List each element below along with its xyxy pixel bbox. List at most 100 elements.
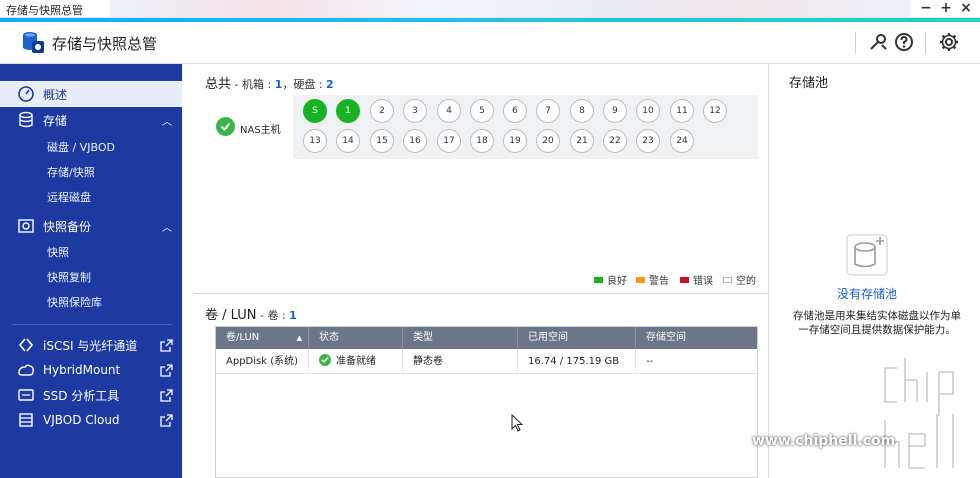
sidebar-item-iscsi[interactable]: iSCSI 与光纤通道 — [0, 332, 182, 358]
disk-bay[interactable]: 8 — [570, 99, 594, 123]
nas-host-label: NAS主机 — [240, 125, 281, 136]
iscsi-icon — [18, 338, 34, 352]
titlebar-background-strip — [110, 0, 910, 17]
minimize-button[interactable]: − — [918, 0, 934, 16]
sidebar-item-overview[interactable]: 概述 — [0, 81, 182, 107]
disk-bay[interactable]: 5 — [470, 99, 494, 123]
external-link-icon[interactable] — [160, 363, 173, 377]
window-title: 存储与快照总管 — [6, 4, 83, 17]
external-link-icon[interactable] — [160, 338, 173, 352]
disk-bay[interactable]: 1 — [336, 99, 360, 123]
watermark-text: www.chiphell.com — [752, 433, 896, 449]
chevron-up-icon: ︿ — [162, 222, 172, 234]
disk-bay[interactable]: S — [303, 99, 327, 123]
sidebar-item-label: 快照备份 — [43, 219, 92, 234]
legend-label: 空的 — [736, 276, 756, 287]
volume-count-label: - 卷 : — [256, 309, 290, 322]
legend-empty: 空的 — [723, 272, 756, 287]
sidebar-item-vjbod-cloud[interactable]: VJBOD Cloud — [0, 407, 182, 433]
gear-icon[interactable] — [938, 31, 960, 53]
legend-label: 良好 — [607, 276, 627, 287]
overview-title-text: 总共 — [205, 77, 232, 92]
sort-ascending-icon[interactable]: ▲ — [297, 327, 302, 349]
disk-bay[interactable]: 15 — [370, 129, 394, 153]
disk-bay[interactable]: 23 — [636, 129, 660, 153]
table-header: 卷/LUN ▲ 状态 类型 已用空间 存储空间 — [216, 327, 757, 349]
disk-bay[interactable]: 19 — [503, 129, 527, 153]
app-title: 存储与快照总管 — [52, 35, 158, 53]
table-row[interactable]: AppDisk (系统) 准备就绪 静态卷 16.74 / 175.19 GB … — [216, 349, 757, 374]
cell-status: 准备就绪 — [309, 349, 403, 374]
disk-bay[interactable]: 11 — [670, 99, 694, 123]
disk-bay[interactable]: 12 — [703, 99, 727, 123]
disk-bay[interactable]: 18 — [470, 129, 494, 153]
disk-bay[interactable]: 2 — [370, 99, 394, 123]
sidebar-item-label: 存储/快照 — [47, 166, 95, 179]
disk-bay[interactable]: 4 — [437, 99, 461, 123]
cell-volume-name: AppDisk (系统) — [216, 349, 309, 374]
storage-pool-description: 存储池是用来集结实体磁盘以作为单一存储空间且提供数据保护能力。 — [793, 310, 961, 336]
main-content: 总共 - 机箱 : 1，硬盘 : 2 NAS主机 S 1 2 3 4 5 6 7… — [182, 64, 768, 478]
add-storage-pool-icon[interactable] — [846, 234, 888, 276]
external-link-icon[interactable] — [160, 413, 173, 427]
sidebar-item-snapshot[interactable]: 快照 — [0, 241, 182, 263]
close-button[interactable]: × — [958, 0, 974, 16]
legend-label: 错误 — [693, 276, 713, 287]
disk-bay[interactable]: 14 — [336, 129, 360, 153]
sidebar-item-snapshot-backup[interactable]: 快照备份 ︿ — [0, 213, 182, 239]
window-titlebar: 存储与快照总管 − + × — [0, 0, 980, 18]
column-header-volume[interactable]: 卷/LUN ▲ — [216, 327, 309, 349]
sidebar-item-ssd-profiling[interactable]: SSD 分析工具 — [0, 382, 182, 408]
disk-bay[interactable]: 13 — [303, 129, 327, 153]
disk-bay[interactable]: 22 — [603, 129, 627, 153]
disk-bay[interactable]: 10 — [636, 99, 660, 123]
disk-bay[interactable]: 6 — [503, 99, 527, 123]
column-header-type[interactable]: 类型 — [403, 327, 518, 349]
header-separator — [855, 32, 856, 54]
header-separator — [925, 32, 926, 54]
disk-bay[interactable]: 21 — [570, 129, 594, 153]
nas-status-check-icon — [216, 117, 235, 136]
ready-check-icon — [319, 354, 331, 366]
disk-bay[interactable]: 3 — [403, 99, 427, 123]
tools-icon[interactable] — [867, 31, 889, 53]
legend-good: 良好 — [594, 272, 627, 287]
sidebar-item-storage-snapshots[interactable]: 存储/快照 — [0, 161, 182, 183]
hybridmount-icon — [18, 364, 34, 376]
help-icon[interactable] — [893, 31, 915, 53]
legend-label: 警告 — [649, 276, 669, 287]
column-header-status[interactable]: 状态 — [309, 327, 403, 349]
vjbod-cloud-icon — [19, 413, 33, 427]
disk-bay[interactable]: 16 — [403, 129, 427, 153]
overview-title: 总共 - 机箱 : 1，硬盘 : 2 — [205, 73, 334, 92]
legend-error: 错误 — [680, 272, 713, 287]
disk-count: 2 — [326, 78, 334, 91]
disk-bay[interactable]: 7 — [536, 99, 560, 123]
volume-count: 1 — [289, 309, 297, 322]
chevron-up-icon: ︿ — [162, 116, 172, 128]
column-header-pool[interactable]: 存储空间 — [636, 327, 757, 349]
volumes-title: 卷 / LUN - 卷 : 1 — [205, 304, 297, 323]
disk-bay[interactable]: 17 — [437, 129, 461, 153]
sidebar-item-disks[interactable]: 磁盘 / VJBOD — [0, 136, 182, 158]
sidebar-item-storage[interactable]: 存储 ︿ — [0, 107, 182, 133]
sidebar-item-remote-disk[interactable]: 远程磁盘 — [0, 186, 182, 208]
sidebar-item-label: VJBOD Cloud — [43, 413, 120, 427]
no-storage-pool-link[interactable]: 没有存储池 — [769, 285, 965, 302]
volumes-title-text: 卷 / LUN — [205, 308, 257, 323]
column-header-label: 卷/LUN — [226, 332, 260, 343]
column-header-used[interactable]: 已用空间 — [518, 327, 636, 349]
legend-swatch — [680, 276, 689, 283]
external-link-icon[interactable] — [160, 388, 173, 402]
maximize-button[interactable]: + — [938, 0, 954, 16]
sidebar-item-label: 快照复制 — [47, 271, 91, 284]
sidebar-item-label: SSD 分析工具 — [43, 388, 120, 403]
sidebar-item-snapshot-vault[interactable]: 快照保险库 — [0, 291, 182, 313]
sidebar-item-snapshot-replica[interactable]: 快照复制 — [0, 266, 182, 288]
disk-bay[interactable]: 24 — [670, 129, 694, 153]
sidebar-item-hybridmount[interactable]: HybridMount — [0, 357, 182, 383]
sidebar-item-label: HybridMount — [43, 363, 121, 377]
disk-bay[interactable]: 9 — [603, 99, 627, 123]
chiphell-logo-watermark — [882, 358, 956, 471]
disk-bay[interactable]: 20 — [536, 129, 560, 153]
